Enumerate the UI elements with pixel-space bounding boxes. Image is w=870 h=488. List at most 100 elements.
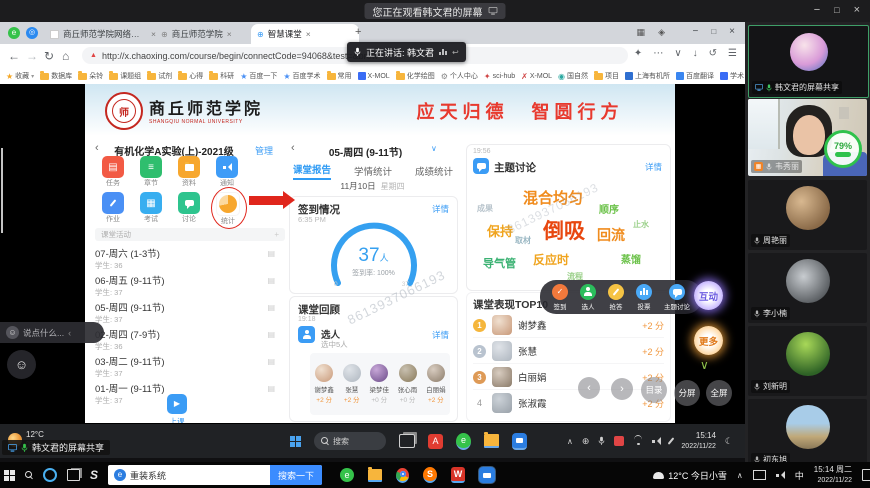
bookmark-item[interactable]: 试剂 xyxy=(147,71,172,81)
participant-tile[interactable]: 初东旭 xyxy=(748,399,867,469)
tab-teaching-platform[interactable]: 商丘师范学院网络教学平台 × xyxy=(44,24,162,44)
back-chevron-icon[interactable]: ‹ xyxy=(291,142,295,154)
file-explorer-icon[interactable] xyxy=(484,434,499,448)
app-tasks[interactable]: ▤任务 xyxy=(102,156,124,188)
table-row[interactable]: 2 张慧 +2 分 xyxy=(473,339,664,364)
file-explorer-icon[interactable] xyxy=(368,469,382,482)
bookmark-item[interactable]: ✗X-MOL xyxy=(521,72,552,81)
list-item[interactable]: 06-周五 (9-11节)学生: 37▤ xyxy=(95,273,277,298)
session-menu-icon[interactable]: ▤ xyxy=(267,330,275,339)
meeting-app-icon[interactable] xyxy=(512,433,527,450)
tab-smart-classroom[interactable]: ⊕ 智慧课堂 × xyxy=(251,24,359,44)
download-icon[interactable]: ↓ xyxy=(693,48,698,59)
news-search-widget[interactable]: e 重装系统 搜索一下 xyxy=(108,465,322,485)
interact-button[interactable]: 互动 xyxy=(694,281,723,310)
bookmark-item[interactable]: 项目 xyxy=(594,71,619,81)
tab-university[interactable]: ⊕ 商丘师范学院 × xyxy=(155,24,259,44)
app-360-icon[interactable]: e xyxy=(340,468,354,482)
participant-tile[interactable]: 刘新明 xyxy=(748,326,867,396)
bookmark-item[interactable]: 朵铃 xyxy=(78,71,103,81)
next-page-button[interactable]: › xyxy=(611,378,633,400)
bookmark-item[interactable]: 心得 xyxy=(178,71,203,81)
input-mode-badge[interactable]: 中 xyxy=(795,469,804,482)
bookmark-item[interactable]: 课题组 xyxy=(109,71,141,81)
activity-filter-bar[interactable]: 课堂活动 + xyxy=(95,228,285,241)
browser-minimize-icon[interactable]: − xyxy=(692,26,698,37)
app-exam[interactable]: ▦考试 xyxy=(140,192,162,224)
reply-arrow-icon[interactable]: ↩ xyxy=(452,48,459,57)
signin-detail-link[interactable]: 详情 xyxy=(432,203,449,215)
do-not-disturb-moon-icon[interactable]: ☾ xyxy=(725,436,733,447)
bookmark-item[interactable]: ⚙个人中心 xyxy=(441,71,478,81)
participant-tile[interactable]: 李小楠 xyxy=(748,253,867,323)
collapse-chevron-icon[interactable]: ∨ xyxy=(700,358,709,372)
bookmark-item[interactable]: 数据库 xyxy=(40,71,72,81)
task-view-icon[interactable] xyxy=(399,434,415,448)
table-row[interactable]: 3 白丽娟 +2 分 xyxy=(473,365,664,390)
back-icon[interactable]: ← xyxy=(8,49,20,63)
display-icon[interactable] xyxy=(753,470,766,480)
s-app-icon[interactable]: S xyxy=(90,468,98,482)
bookmark-item[interactable]: 常用 xyxy=(327,71,352,81)
participant-tile-video[interactable]: ▦ 韦秀丽 79% xyxy=(748,99,867,176)
reload-icon[interactable]: ↻ xyxy=(44,49,54,63)
bookmark-item[interactable]: 上海有机所 xyxy=(625,71,670,81)
chat-placeholder[interactable]: 说点什么... xyxy=(23,327,64,339)
browser-logo-icon[interactable]: e xyxy=(8,27,20,39)
app-discussion[interactable]: 讨论 xyxy=(178,192,200,224)
sogou-icon[interactable]: S xyxy=(423,467,437,483)
app-notice[interactable]: 通知 xyxy=(216,156,238,188)
session-dropdown-icon[interactable]: ∨ xyxy=(431,144,437,153)
chat-quick-bar[interactable]: ☺ 说点什么... ‹ xyxy=(0,322,104,343)
list-item[interactable]: 05-周四 (9-11节)学生: 37▤ xyxy=(95,300,277,325)
fullscreen-button[interactable]: 全屏 xyxy=(706,380,732,406)
widget-search-button[interactable]: 搜索一下 xyxy=(270,465,322,485)
more-tools-icon[interactable]: ⋯ xyxy=(653,48,663,59)
prev-page-button[interactable]: ‹ xyxy=(578,377,600,399)
forward-icon[interactable]: → xyxy=(26,49,38,63)
bookmark-item[interactable]: ◉国自然 xyxy=(558,71,588,81)
tab-learning-stats[interactable]: 学情统计 xyxy=(354,164,392,178)
participant-tile[interactable]: 周艳丽 xyxy=(748,180,867,250)
tab-class-report[interactable]: 课堂报告 xyxy=(293,162,331,180)
session-menu-icon[interactable]: ▤ xyxy=(267,303,275,312)
reaction-bubble-button[interactable]: ☺ xyxy=(7,350,36,379)
discussion-detail-link[interactable]: 详情 xyxy=(645,161,662,173)
student[interactable]: 梁梦佳+0 分 xyxy=(369,364,389,404)
dropdown-icon[interactable]: ∨ xyxy=(674,48,681,59)
list-item[interactable]: 07-周六 (1-3节)学生: 36▤ xyxy=(95,246,277,271)
toolbar-pick-button[interactable]: 选人 xyxy=(580,284,596,311)
start-icon[interactable] xyxy=(290,436,301,447)
student[interactable]: 张慧+2 分 xyxy=(343,364,361,404)
history-icon[interactable]: ↺ xyxy=(709,48,717,59)
pinned-extension-icon[interactable]: ◎ xyxy=(26,27,38,39)
session-menu-icon[interactable]: ▤ xyxy=(267,384,275,393)
weather-tray[interactable]: 12°C 今日小雪 xyxy=(653,469,727,482)
network-globe-icon[interactable]: ⊕ xyxy=(582,436,590,447)
app-materials[interactable]: 资料 xyxy=(178,156,200,188)
app-chapters[interactable]: ≡章节 xyxy=(140,156,162,188)
browser-shield-icon[interactable]: ◈ xyxy=(658,27,665,38)
bookmark-item[interactable]: 百度翻译 xyxy=(676,71,714,81)
bookmark-item[interactable]: X-MOL xyxy=(358,72,390,80)
speaker-icon[interactable] xyxy=(652,437,661,446)
tab-close-icon[interactable]: × xyxy=(306,29,311,39)
bookmark-item[interactable]: ★百度学术 xyxy=(283,71,320,81)
tab-close-icon[interactable]: × xyxy=(227,29,232,39)
browser-close-icon[interactable]: × xyxy=(729,26,735,37)
tray-expand-icon[interactable]: ∧ xyxy=(737,471,743,480)
bookmark-item[interactable]: ★百度一下 xyxy=(240,71,277,81)
chrome-icon[interactable] xyxy=(396,468,409,483)
meeting-app-icon[interactable] xyxy=(479,467,495,483)
toolbar-signin-button[interactable]: ✓签到 xyxy=(552,284,568,311)
new-tab-icon[interactable]: + xyxy=(355,26,361,38)
tray-expand-icon[interactable]: ∧ xyxy=(567,437,573,446)
cortana-icon[interactable] xyxy=(43,468,57,482)
home-icon[interactable]: ⌂ xyxy=(62,49,69,63)
bookmark-favorites[interactable]: ★收藏▾ xyxy=(6,71,34,81)
browser-apps-icon[interactable]: ▦ xyxy=(636,27,645,38)
toc-button[interactable]: 目录 xyxy=(641,377,667,403)
more-button[interactable]: 更多 xyxy=(694,326,723,355)
clock[interactable]: 15:14 周二2022/11/22 xyxy=(814,465,852,486)
plus-icon[interactable]: + xyxy=(274,230,279,239)
